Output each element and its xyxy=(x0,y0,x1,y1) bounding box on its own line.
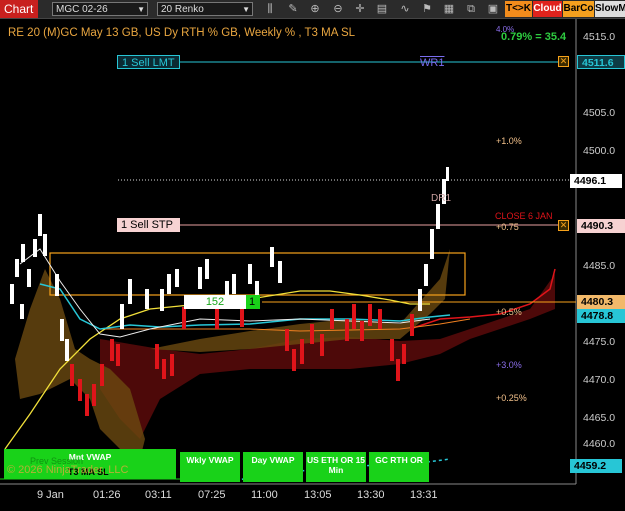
y-tick: 4470.0 xyxy=(583,374,616,386)
gc-rth-or-button[interactable]: GC RTH OR xyxy=(369,452,429,482)
zoom-in-icon[interactable]: ⊕ xyxy=(307,2,323,16)
range-label: 0.79% = 35.4 xyxy=(501,31,567,43)
day-vwap-button[interactable]: Day VWAP xyxy=(243,452,303,482)
x-tick: 01:26 xyxy=(93,489,121,501)
properties-icon[interactable]: ▤ xyxy=(374,2,390,16)
us-eth-or-button[interactable]: US ETH OR 15 Min xyxy=(306,452,366,482)
chevron-down-icon: ▼ xyxy=(242,5,250,14)
pct-1-label: +1.0% xyxy=(496,136,522,146)
slowm-button[interactable]: SlowM xyxy=(595,1,625,17)
x-tick: 13:30 xyxy=(357,489,385,501)
price-chart[interactable] xyxy=(0,19,625,511)
x-tick: 9 Jan xyxy=(37,489,64,501)
wkly-vwap-button[interactable]: Wkly VWAP xyxy=(180,452,240,482)
interval-selector[interactable]: 20 Renko ▼ xyxy=(157,2,253,16)
entry-price: 4480.3 xyxy=(577,295,625,309)
cancel-lmt-icon[interactable]: ✕ xyxy=(558,56,569,67)
cyan-price: 4478.8 xyxy=(577,309,625,323)
position-qty[interactable]: 152 xyxy=(184,295,246,309)
zoom-out-icon[interactable]: ⊖ xyxy=(330,2,346,16)
instrument-selector[interactable]: MGC 02-26 ▼ xyxy=(52,2,148,16)
strategies-icon[interactable]: ⚑ xyxy=(419,2,435,16)
data-box-icon[interactable]: ▣ xyxy=(485,2,501,16)
pct-30-label: +3.0% xyxy=(496,360,522,370)
y-tick: 4515.0 xyxy=(583,31,616,43)
cloud-button[interactable]: Cloud xyxy=(533,1,562,17)
last-price: 4496.1 xyxy=(570,174,622,188)
sell-lmt-order[interactable]: 1 Sell LMT xyxy=(117,55,180,69)
copyright-watermark: © 2026 NinjaTrader, LLC xyxy=(7,464,129,476)
sell-stp-order[interactable]: 1 Sell STP xyxy=(117,218,180,232)
chart-header: RE 20 (M)GC May 13 GB, US Dy RTH % GB, W… xyxy=(8,27,356,39)
wr1-label: WR1 xyxy=(420,57,445,69)
tk-button[interactable]: T<>K xyxy=(505,1,532,17)
draw-tools-icon[interactable]: ✎ xyxy=(285,2,301,16)
red-cloud xyxy=(100,274,555,439)
chart-toolbar: Chart MGC 02-26 ▼ 20 Renko ▼ ⫼ ✎ ⊕ ⊖ ✛ ▤… xyxy=(0,0,625,19)
close-label: CLOSE 6 JAN xyxy=(495,211,553,221)
chart-tab[interactable]: Chart xyxy=(0,0,38,18)
barco-button[interactable]: BarCo xyxy=(563,1,594,17)
pct-025-label: +0.25% xyxy=(496,393,527,403)
y-tick: 4465.0 xyxy=(583,412,616,424)
x-tick: 13:05 xyxy=(304,489,332,501)
chevron-down-icon: ▼ xyxy=(137,5,145,14)
y-tick: 4475.0 xyxy=(583,336,616,348)
y-tick: 4460.0 xyxy=(583,438,616,450)
x-tick: 13:31 xyxy=(410,489,438,501)
cancel-stp-icon[interactable]: ✕ xyxy=(558,220,569,231)
y-tick: 4505.0 xyxy=(583,107,616,119)
templates-icon[interactable]: ⧉ xyxy=(463,2,479,16)
position-side[interactable]: 1 xyxy=(246,295,260,309)
crosshair-icon[interactable]: ✛ xyxy=(352,2,368,16)
instrument-value: MGC 02-26 xyxy=(56,4,108,15)
bar-style-icon[interactable]: ⫼ xyxy=(262,2,278,16)
x-tick: 07:25 xyxy=(198,489,226,501)
bottom-price: 4459.2 xyxy=(570,459,622,473)
sell-stp-price: 4490.3 xyxy=(577,219,625,233)
x-tick: 03:11 xyxy=(145,489,172,501)
pct-05-label: +0.5% xyxy=(496,307,522,317)
dr1-label: DR1 xyxy=(431,193,452,204)
pct-075-label: +0.75 xyxy=(496,222,519,232)
indicators-icon[interactable]: ∿ xyxy=(397,2,413,16)
y-tick: 4500.0 xyxy=(583,145,616,157)
interval-value: 20 Renko xyxy=(161,4,204,15)
chart-trader-icon[interactable]: ▦ xyxy=(441,2,457,16)
sell-lmt-price: 4511.6 xyxy=(577,55,625,69)
x-tick: 11:00 xyxy=(251,489,278,501)
y-tick: 4485.0 xyxy=(583,260,616,272)
